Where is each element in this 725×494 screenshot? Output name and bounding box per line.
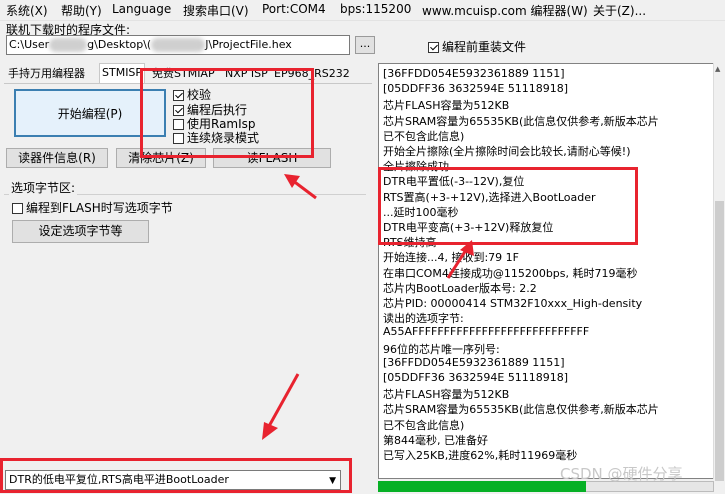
read-device-info-button[interactable]: 读器件信息(R) — [6, 148, 108, 168]
menu-bps[interactable]: bps:115200 — [340, 2, 411, 16]
option-group-title: 选项字节区: — [9, 179, 78, 196]
log-output[interactable]: [36FFDD054E5932361889 1151] [05DDFF36 363… — [378, 63, 714, 479]
scroll-thumb[interactable] — [715, 201, 724, 481]
file-path-end: J\ProjectFile.hex — [205, 38, 292, 51]
log-line: 芯片SRAM容量为65535KB(此信息仅供参考,新版本芯片 — [383, 403, 659, 417]
log-line: 读出的选项字节: — [383, 312, 464, 326]
log-line: 开始全片擦除(全片擦除时间会比较长,请耐心等候!) — [383, 145, 631, 158]
log-line: 96位的芯片唯一序列号: — [383, 342, 500, 356]
write-option-bytes-label: 编程到FLASH时写选项字节 — [26, 201, 173, 215]
log-line: A55AFFFFFFFFFFFFFFFFFFFFFFFFFFFF — [383, 325, 590, 339]
browse-button[interactable]: ... — [355, 36, 375, 54]
write-option-bytes-checkbox[interactable]: 编程到FLASH时写选项字节 — [12, 199, 173, 216]
menu-about[interactable]: 关于(Z)... — [593, 2, 646, 19]
log-line: 芯片FLASH容量为512KB — [383, 99, 510, 113]
log-line: [36FFDD054E5932361889 1151] — [383, 355, 565, 369]
tab-stmisp[interactable]: STMISP — [99, 63, 146, 84]
file-path-start: C:\User — [9, 38, 50, 51]
annotation-box-options — [140, 68, 314, 158]
log-line: 已不包含此信息) — [383, 129, 465, 143]
menu-port[interactable]: Port:COM4 — [262, 2, 326, 16]
menu-system[interactable]: 系统(X) — [6, 2, 48, 19]
progress-fill — [378, 481, 587, 492]
log-line: 已写入25KB,进度62%,耗时11969毫秒 — [383, 449, 578, 462]
log-scrollbar[interactable]: ▲ — [713, 63, 725, 481]
scroll-up-icon: ▲ — [715, 65, 721, 73]
log-line: 第844毫秒, 已准备好 — [383, 433, 488, 447]
menu-bar: 系统(X) 帮助(Y) Language 搜索串口(V) Port:COM4 b… — [0, 0, 725, 21]
reload-file-label: 编程前重装文件 — [442, 40, 527, 54]
annotation-box-select — [0, 458, 352, 493]
redacted-folder — [151, 38, 206, 52]
checkbox-icon — [12, 203, 23, 214]
menu-search-port[interactable]: 搜索串口(V) — [183, 2, 249, 19]
menu-language[interactable]: Language — [112, 2, 171, 16]
arrow-icon — [284, 174, 317, 200]
tab-handheld-programmer[interactable]: 手持万用编程器 — [6, 65, 87, 82]
log-line: 芯片内BootLoader版本号: 2.2 — [383, 281, 537, 295]
log-line: 芯片SRAM容量为65535KB(此信息仅供参考,新版本芯片 — [383, 114, 659, 128]
log-line: 芯片FLASH容量为512KB — [383, 388, 510, 402]
annotation-box-log — [378, 167, 638, 245]
watermark: CSDN @硬件分享 — [560, 465, 683, 483]
log-line: [05DDFF36 3632594E 51118918] — [383, 371, 569, 384]
arrow-icon — [262, 373, 300, 440]
log-line: 已不包含此信息) — [383, 418, 465, 432]
log-line: [05DDFF36 3632594E 51118918] — [383, 82, 569, 96]
redacted-username — [49, 38, 88, 52]
set-option-bytes-button[interactable]: 设定选项字节等 — [12, 220, 149, 243]
checkbox-icon — [428, 42, 439, 53]
log-line: [36FFDD054E5932361889 1151] — [383, 67, 565, 80]
reload-file-checkbox[interactable]: 编程前重装文件 — [428, 38, 526, 55]
log-line: 芯片PID: 00000414 STM32F10xxx_High-density — [383, 297, 643, 310]
file-path-field[interactable]: C:\User g\Desktop\( J\ProjectFile.hex — [6, 35, 350, 55]
arrow-icon — [446, 240, 474, 279]
file-path-mid: g\Desktop\( — [87, 38, 152, 51]
menu-help[interactable]: 帮助(Y) — [61, 2, 102, 19]
log-line: 在串口COM4连接成功@115200bps, 耗时719毫秒 — [383, 266, 638, 280]
menu-programmer[interactable]: www.mcuisp.com 编程器(W) — [422, 2, 588, 19]
